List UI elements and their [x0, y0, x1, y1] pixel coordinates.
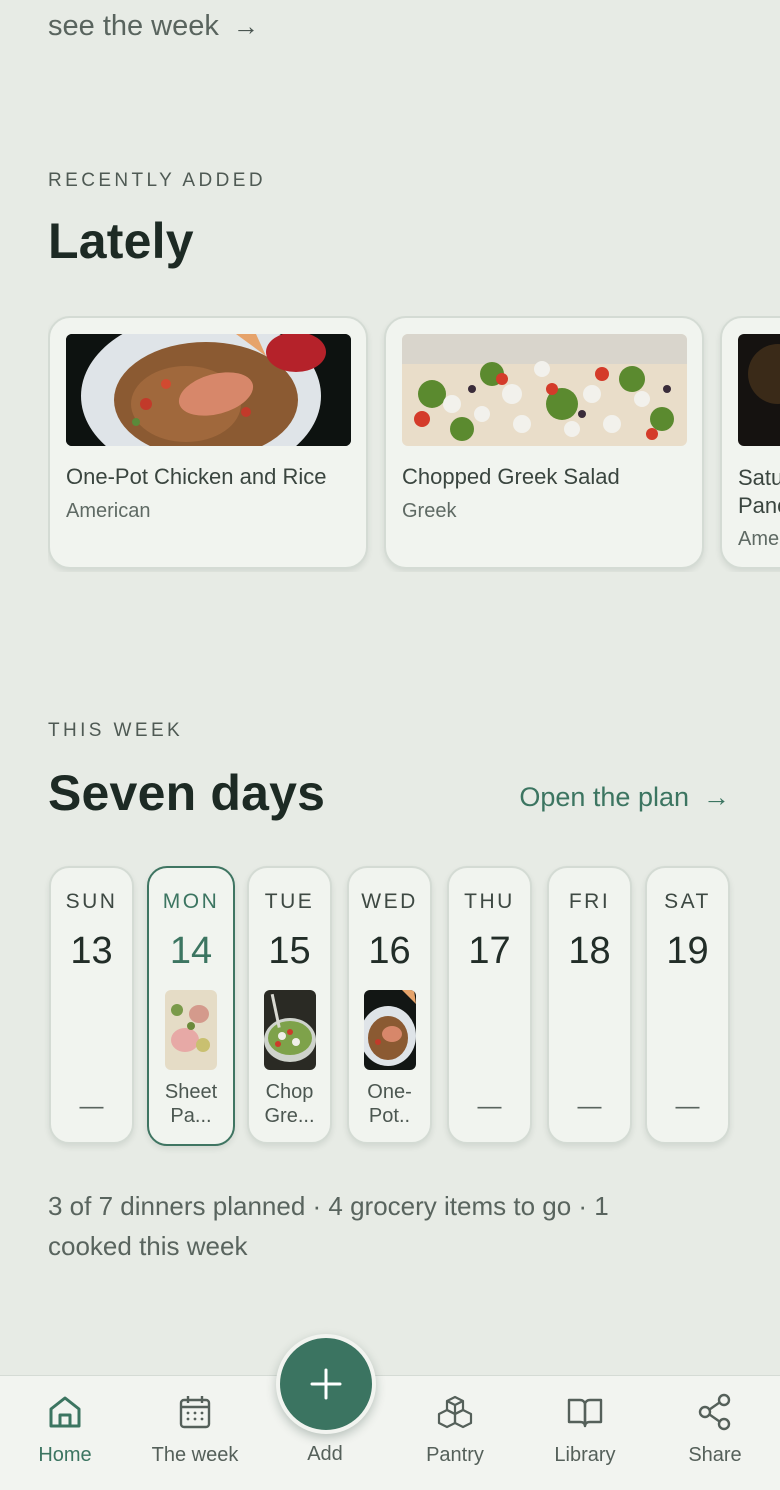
- nav-home[interactable]: Home: [0, 1392, 130, 1467]
- recipe-title: Chopped Greek Salad: [402, 464, 620, 489]
- day-card-sat[interactable]: SAT 19 —: [645, 866, 730, 1144]
- nav-label: Library: [554, 1444, 616, 1466]
- day-name: SUN: [65, 890, 118, 913]
- day-card-fri[interactable]: FRI 18 —: [547, 866, 632, 1144]
- recipe-carousel[interactable]: One-Pot Chicken and Rice American Choppe…: [48, 316, 780, 572]
- recipe-title: Satu Panc: [738, 465, 780, 518]
- recipe-image: [66, 334, 351, 446]
- open-plan-link[interactable]: Open the plan →: [519, 782, 730, 813]
- recipe-cuisine: Ame: [738, 528, 780, 550]
- day-card-thu[interactable]: THU 17 —: [447, 866, 532, 1144]
- bottom-nav: Home The week Pantry Library Share: [0, 1375, 780, 1490]
- nav-the-week[interactable]: The week: [130, 1392, 260, 1467]
- day-number: 18: [568, 930, 611, 972]
- calendar-icon: [179, 1396, 211, 1429]
- see-the-week-label: see the week: [48, 10, 219, 42]
- share-icon: [698, 1393, 731, 1431]
- meal-name: Sheet Pa...: [164, 1081, 218, 1127]
- day-name: MON: [162, 890, 220, 913]
- day-name: TUE: [264, 890, 315, 913]
- day-name: WED: [361, 890, 418, 913]
- home-icon: [49, 1396, 81, 1428]
- recent-title: Lately: [48, 213, 194, 269]
- recipe-cuisine: American: [66, 500, 151, 522]
- day-empty-dash: —: [477, 1093, 502, 1120]
- recipe-card[interactable]: One-Pot Chicken and Rice American: [48, 316, 368, 569]
- day-number: 19: [666, 930, 709, 972]
- day-card-tue[interactable]: TUE 15 Chop Gre...: [247, 866, 332, 1144]
- boxes-icon: [437, 1395, 473, 1429]
- day-empty-dash: —: [79, 1093, 104, 1120]
- week-summary: 3 of 7 dinners planned · 4 grocery items…: [48, 1191, 609, 1261]
- day-number: 13: [70, 930, 113, 972]
- day-name: FRI: [568, 890, 611, 913]
- recipe-image: [402, 334, 687, 446]
- meal-name: Chop Gre...: [264, 1081, 315, 1127]
- day-number: 17: [468, 930, 511, 972]
- add-button[interactable]: [276, 1334, 376, 1434]
- open-plan-label: Open the plan: [519, 782, 689, 812]
- week-eyebrow: THIS WEEK: [48, 720, 184, 741]
- day-card-sun[interactable]: SUN 13 —: [49, 866, 134, 1144]
- nav-pantry[interactable]: Pantry: [390, 1392, 520, 1467]
- nav-label: Share: [688, 1444, 742, 1466]
- week-title: Seven days: [48, 765, 326, 821]
- day-empty-dash: —: [675, 1093, 700, 1120]
- recipe-card[interactable]: Chopped Greek Salad Greek: [384, 316, 704, 569]
- day-name: THU: [464, 890, 515, 913]
- day-number: 16: [368, 930, 411, 972]
- meal-thumbnail: [165, 990, 217, 1070]
- day-name: SAT: [664, 890, 711, 913]
- meal-thumbnail: [263, 990, 316, 1070]
- see-the-week-link[interactable]: see the week →: [48, 10, 259, 43]
- nav-share[interactable]: Share: [650, 1392, 780, 1467]
- day-card-mon[interactable]: MON 14 Sheet Pa...: [147, 866, 235, 1146]
- nav-label: Home: [38, 1444, 92, 1466]
- book-icon: [567, 1398, 603, 1428]
- day-empty-dash: —: [577, 1093, 602, 1120]
- nav-label: The week: [151, 1444, 239, 1466]
- recipe-title: One-Pot Chicken and Rice: [66, 464, 327, 489]
- recipe-image: [738, 334, 780, 446]
- nav-library[interactable]: Library: [520, 1392, 650, 1467]
- meal-name: One- Pot..: [367, 1081, 412, 1127]
- day-number: 15: [268, 930, 311, 972]
- arrow-right-icon: →: [232, 11, 259, 41]
- meal-thumbnail: [363, 990, 416, 1070]
- arrow-right-icon: →: [703, 782, 730, 812]
- nav-label: Pantry: [426, 1444, 484, 1466]
- day-number: 14: [169, 930, 213, 972]
- add-label: Add: [307, 1443, 343, 1465]
- day-card-wed[interactable]: WED 16 One- Pot..: [347, 866, 432, 1144]
- recent-eyebrow: RECENTLY ADDED: [48, 170, 266, 191]
- plus-icon: [310, 1368, 342, 1400]
- recipe-cuisine: Greek: [402, 500, 457, 522]
- recipe-card[interactable]: Satu Panc Ame: [720, 316, 780, 569]
